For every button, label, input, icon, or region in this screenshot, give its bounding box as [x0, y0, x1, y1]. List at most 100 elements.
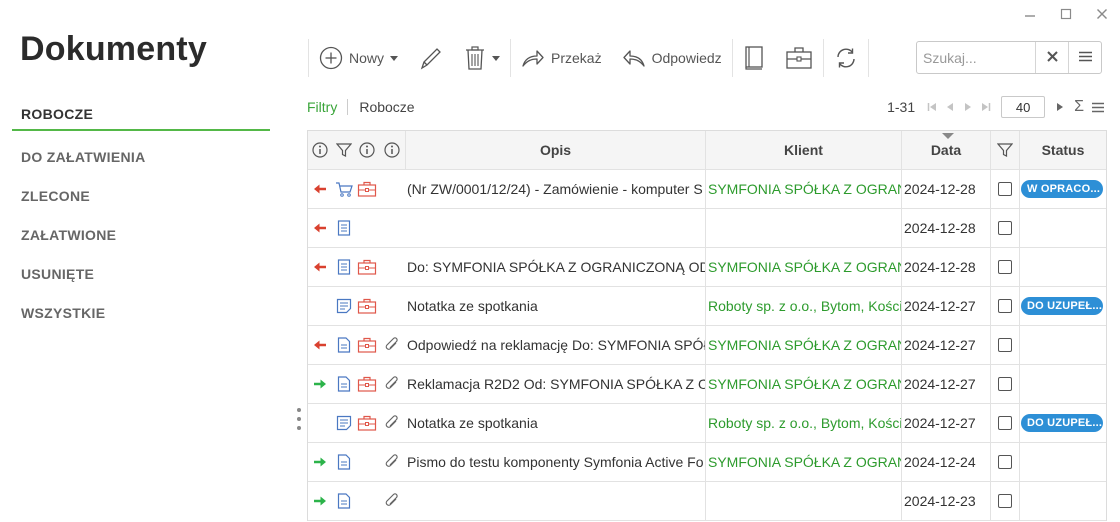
cell-opis: Notatka ze spotkania — [407, 415, 538, 431]
cell-klient[interactable]: SYMFONIA SPÓŁKA Z OGRANI — [705, 365, 901, 403]
sidebar-item-usuniete[interactable]: USUNIĘTE — [12, 254, 270, 293]
row-checkbox[interactable] — [998, 494, 1012, 508]
last-page-icon[interactable] — [979, 100, 993, 114]
new-button-label: Nowy — [349, 50, 385, 66]
cell-klient[interactable]: Roboty sp. z o.o., Bytom, Kości — [705, 287, 901, 325]
cell-data: 2024-12-27 — [901, 365, 990, 403]
sum-icon[interactable]: Σ — [1074, 98, 1084, 116]
table-row[interactable]: (Nr ZW/0001/12/24) - Zamówienie - komput… — [308, 170, 1106, 209]
briefcase-icon — [355, 337, 379, 353]
cell-data: 2024-12-27 — [901, 326, 990, 364]
cell-checkbox — [990, 443, 1019, 481]
paperclip-icon — [379, 493, 405, 509]
clear-search-button[interactable] — [1035, 42, 1068, 73]
cell-klient[interactable]: Roboty sp. z o.o., Bytom, Kości — [705, 404, 901, 442]
new-button[interactable]: Nowy — [309, 39, 408, 77]
cell-status — [1019, 482, 1106, 520]
row-checkbox[interactable] — [998, 260, 1012, 274]
table-row[interactable]: Do: SYMFONIA SPÓŁKA Z OGRANICZONĄ ODPO SY… — [308, 248, 1106, 287]
briefcase-icon — [355, 298, 379, 314]
cell-klient[interactable] — [705, 482, 901, 520]
table-row[interactable]: Pismo do testu komponenty Symfonia Activ… — [308, 443, 1106, 482]
status-badge: W OPRACO... — [1021, 180, 1103, 198]
forward-arrow-icon — [521, 47, 545, 69]
row-checkbox[interactable] — [998, 338, 1012, 352]
filter-icon[interactable] — [332, 142, 355, 158]
cell-klient[interactable]: SYMFONIA SPÓŁKA Z OGRANI — [705, 170, 901, 208]
cell-klient[interactable]: SYMFONIA SPÓŁKA Z OGRANI — [705, 248, 901, 286]
incoming-arrow-icon — [308, 339, 332, 351]
previous-page-icon[interactable] — [943, 100, 957, 114]
info-icon[interactable] — [355, 142, 379, 158]
filter-bar: Filtry Robocze 1-31 Σ — [307, 96, 1107, 118]
row-checkbox[interactable] — [998, 299, 1012, 313]
document-icon — [332, 493, 355, 509]
maximize-icon[interactable] — [1048, 4, 1084, 24]
sidebar-item-zlecone[interactable]: ZLECONE — [12, 176, 270, 215]
documents-table: Opis Klient Data Status (Nr ZW/0001/12/2… — [307, 130, 1107, 521]
sidebar-item-zalatwione[interactable]: ZAŁATWIONE — [12, 215, 270, 254]
first-page-icon[interactable] — [925, 100, 939, 114]
sidebar-item-wszystkie[interactable]: WSZYSTKIE — [12, 293, 270, 332]
pager: 1-31 Σ — [887, 96, 1107, 118]
cell-checkbox — [990, 365, 1019, 403]
filters-link[interactable]: Filtry — [307, 99, 349, 115]
sidebar-item-robocze[interactable]: ROBOCZE — [12, 98, 270, 131]
cell-klient[interactable]: SYMFONIA SPÓŁKA Z OGRANI — [705, 326, 901, 364]
paperclip-icon — [379, 376, 405, 392]
cell-opis — [405, 482, 705, 520]
cell-opis: Notatka ze spotkania — [407, 298, 538, 314]
cell-data: 2024-12-27 — [901, 404, 990, 442]
briefcase-icon — [355, 376, 379, 392]
active-filter-name: Robocze — [359, 99, 415, 115]
panel-splitter-handle[interactable] — [296, 408, 302, 430]
column-header-status[interactable]: Status — [1019, 131, 1106, 169]
row-checkbox[interactable] — [998, 455, 1012, 469]
row-checkbox[interactable] — [998, 182, 1012, 196]
table-row[interactable]: Notatka ze spotkania Roboty sp. z o.o., B… — [308, 287, 1106, 326]
column-header-data[interactable]: Data — [901, 131, 990, 169]
row-checkbox[interactable] — [998, 221, 1012, 235]
row-checkbox[interactable] — [998, 377, 1012, 391]
page-size-input[interactable] — [1001, 96, 1046, 118]
sidebar-item-do-zalatwienia[interactable]: DO ZAŁATWIENIA — [12, 137, 270, 176]
chevron-down-icon — [492, 55, 501, 61]
refresh-button[interactable] — [824, 39, 868, 77]
reply-button[interactable]: Odpowiedz — [612, 39, 732, 77]
next-page-icon[interactable] — [961, 100, 975, 114]
row-checkbox[interactable] — [998, 416, 1012, 430]
cell-data: 2024-12-24 — [901, 443, 990, 481]
minimize-icon[interactable] — [1012, 4, 1048, 24]
registry-button[interactable] — [733, 39, 775, 77]
play-icon[interactable] — [1053, 100, 1067, 114]
table-row[interactable]: Reklamacja R2D2 Od: SYMFONIA SPÓŁKA Z OG… — [308, 365, 1106, 404]
edit-button[interactable] — [408, 39, 454, 77]
document-icon — [332, 337, 355, 353]
search-input[interactable] — [917, 42, 1035, 73]
columns-menu-icon[interactable] — [1091, 100, 1105, 114]
column-header-data-label: Data — [930, 142, 962, 158]
forward-button[interactable]: Przekaż — [511, 39, 612, 77]
reply-arrow-icon — [622, 47, 646, 69]
table-row[interactable]: Notatka ze spotkania Roboty sp. z o.o., B… — [308, 404, 1106, 443]
search-options-button[interactable] — [1068, 42, 1101, 73]
filter-icon[interactable] — [990, 131, 1019, 169]
cell-klient[interactable] — [705, 209, 901, 247]
cart-icon — [332, 181, 355, 197]
info-icon[interactable] — [379, 142, 405, 158]
delete-button[interactable] — [454, 39, 510, 77]
column-header-klient[interactable]: Klient — [705, 131, 901, 169]
case-button[interactable] — [775, 39, 823, 77]
table-row[interactable]: 2024-12-23 — [308, 482, 1106, 521]
close-icon[interactable] — [1084, 4, 1120, 24]
table-row[interactable]: Odpowiedź na reklamację Do: SYMFONIA SPÓ… — [308, 326, 1106, 365]
refresh-icon — [834, 46, 858, 70]
info-icon[interactable] — [308, 142, 332, 158]
column-header-opis[interactable]: Opis — [405, 131, 705, 169]
document-list-icon — [332, 259, 355, 275]
cell-checkbox — [990, 209, 1019, 247]
forward-button-label: Przekaż — [551, 50, 602, 66]
cell-klient[interactable]: SYMFONIA SPÓŁKA Z OGRANI — [705, 443, 901, 481]
table-row[interactable]: 2024-12-28 — [308, 209, 1106, 248]
document-icon — [332, 376, 355, 392]
